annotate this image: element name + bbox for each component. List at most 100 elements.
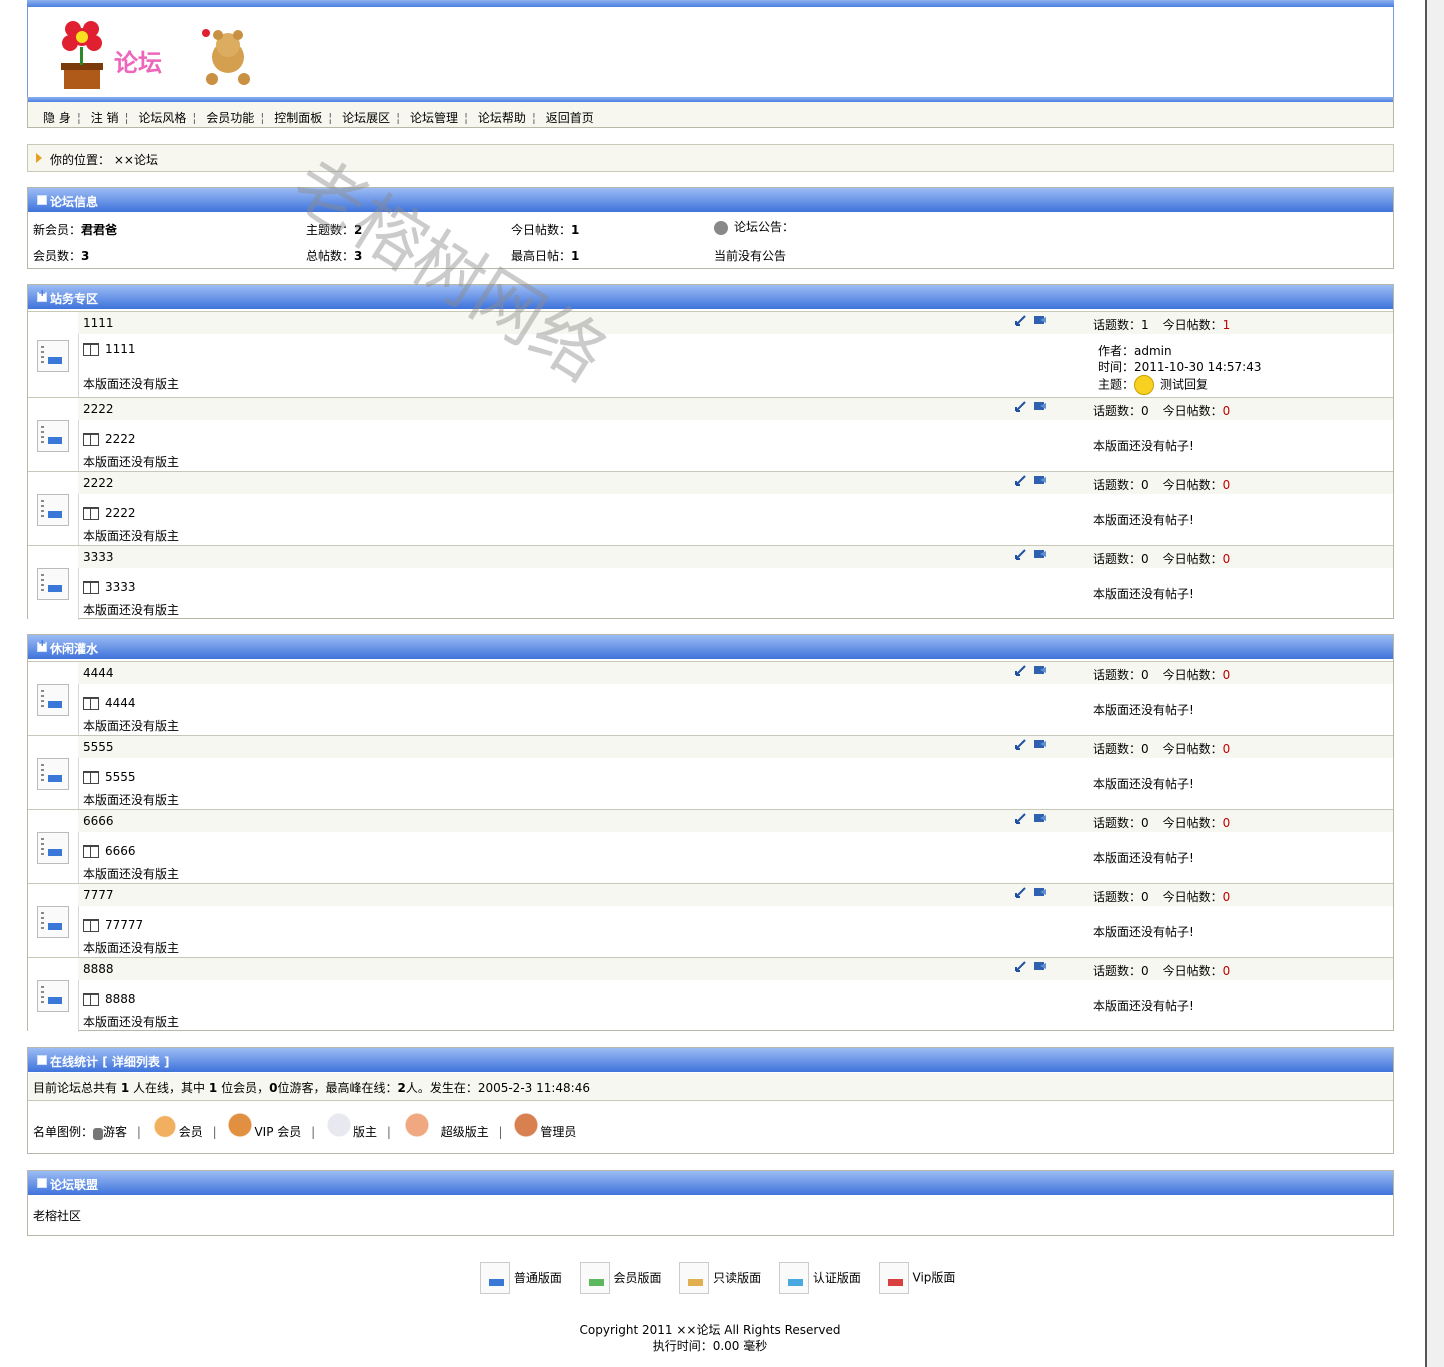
board-description: 8888 bbox=[105, 992, 136, 1006]
post-edit-icon[interactable] bbox=[1015, 475, 1026, 486]
board-topics: 0 bbox=[1141, 668, 1149, 682]
detail-list-link[interactable]: [ 详细列表 ] bbox=[102, 1055, 169, 1069]
board-description: 4444 bbox=[105, 696, 136, 710]
today-label: 今日帖数： bbox=[1162, 668, 1223, 682]
hamster-admin-icon bbox=[512, 1110, 541, 1140]
board-title-bar: 3333 话题数：0 今日帖数：0 bbox=[78, 546, 1393, 568]
post-edit-icon[interactable] bbox=[1015, 401, 1026, 412]
speaker-icon bbox=[714, 220, 728, 235]
board-row: 8888 话题数：0 今日帖数：0 8888 本版面还没有版主 本版面还没有帖子! bbox=[28, 957, 1393, 1032]
board-name-link[interactable]: 1111 bbox=[83, 316, 114, 330]
board-title-bar: 2222 话题数：0 今日帖数：0 bbox=[78, 472, 1393, 494]
new-post-icon[interactable] bbox=[1034, 813, 1046, 824]
section-title: 站务专区 bbox=[50, 292, 99, 306]
online-text: 人。发生在：2005-2-3 11:48:46 bbox=[405, 1081, 590, 1095]
today-label: 今日帖数： bbox=[1162, 742, 1223, 756]
board-icon-cell bbox=[28, 312, 79, 398]
nav-home[interactable]: 返回首页 bbox=[546, 111, 594, 125]
new-member-name[interactable]: 君君爸 bbox=[81, 223, 117, 237]
board-name-link[interactable]: 2222 bbox=[83, 476, 114, 490]
nav-gallery[interactable]: 论坛展区 bbox=[342, 111, 390, 125]
post-edit-icon[interactable] bbox=[1015, 665, 1026, 676]
expand-icon[interactable] bbox=[37, 638, 47, 652]
section-header[interactable]: 站务专区 bbox=[28, 285, 1393, 309]
new-member-label: 新会员： bbox=[33, 223, 82, 237]
section-header[interactable]: 休闲灌水 bbox=[28, 635, 1393, 659]
last-post-subject[interactable]: 测试回复 bbox=[1160, 378, 1208, 392]
nav-member[interactable]: 会员功能 bbox=[206, 111, 254, 125]
board-today: 0 bbox=[1222, 404, 1231, 418]
board-icon bbox=[37, 906, 69, 938]
board-member-icon bbox=[579, 1262, 610, 1294]
guest-icon bbox=[93, 1128, 104, 1140]
board-title-bar: 7777 话题数：0 今日帖数：0 bbox=[78, 884, 1393, 906]
breadcrumb-link[interactable]: ××论坛 bbox=[114, 153, 158, 167]
no-posts-text: 本版面还没有帖子! bbox=[1093, 777, 1194, 791]
post-edit-icon[interactable] bbox=[1015, 961, 1026, 972]
nav-control-panel[interactable]: 控制面板 bbox=[274, 111, 322, 125]
board-icon bbox=[37, 980, 69, 1012]
post-edit-icon[interactable] bbox=[1015, 739, 1026, 750]
board-row: 6666 话题数：0 今日帖数：0 6666 本版面还没有版主 本版面还没有帖子! bbox=[28, 809, 1393, 884]
today-label: 今日帖数： bbox=[1162, 404, 1223, 418]
legend-vip-board: Vip版面 bbox=[912, 1270, 956, 1285]
section-title: 休闲灌水 bbox=[50, 642, 99, 656]
board-name-link[interactable]: 7777 bbox=[83, 888, 114, 902]
board-name-link[interactable]: 6666 bbox=[83, 814, 114, 828]
post-edit-icon[interactable] bbox=[1015, 549, 1026, 560]
online-peak: 2 bbox=[397, 1081, 406, 1095]
legend-normal: 普通版面 bbox=[513, 1270, 562, 1285]
cat-super-moderator-icon bbox=[400, 1110, 441, 1140]
nav-admin[interactable]: 论坛管理 bbox=[410, 111, 458, 125]
board-icon bbox=[37, 494, 69, 526]
board-name-link[interactable]: 8888 bbox=[83, 962, 114, 976]
nav-links: 隐 身 ¦ 注 销 ¦ 论坛风格 ¦ 会员功能 ¦ 控制面板 ¦ 论坛展区 ¦ 论坛管理 ¦ … bbox=[43, 109, 594, 126]
topics-label: 话题数： bbox=[1093, 404, 1142, 418]
last-post-author[interactable]: admin bbox=[1134, 344, 1172, 358]
nav-separator: ¦ bbox=[328, 111, 333, 125]
moderator-text: 本版面还没有版主 bbox=[83, 603, 180, 617]
moderator-text: 本版面还没有版主 bbox=[83, 719, 180, 733]
new-post-icon[interactable] bbox=[1034, 549, 1046, 560]
nav-logout[interactable]: 注 销 bbox=[91, 111, 119, 125]
nav-help[interactable]: 论坛帮助 bbox=[478, 111, 526, 125]
scrollbar[interactable] bbox=[1425, 0, 1444, 1367]
time-label: 时间： bbox=[1098, 360, 1135, 374]
document-icon bbox=[37, 1055, 47, 1065]
board-title-bar: 6666 话题数：0 今日帖数：0 bbox=[78, 810, 1393, 832]
union-link[interactable]: 老榕社区 bbox=[33, 1209, 81, 1223]
post-edit-icon[interactable] bbox=[1015, 315, 1026, 326]
new-post-icon[interactable] bbox=[1034, 961, 1046, 972]
new-post-icon[interactable] bbox=[1034, 665, 1046, 676]
forum-logo[interactable]: 论坛 bbox=[27, 7, 1394, 97]
board-row: 4444 话题数：0 今日帖数：0 4444 本版面还没有版主 本版面还没有帖子! bbox=[28, 661, 1393, 736]
nav-style[interactable]: 论坛风格 bbox=[138, 111, 186, 125]
moderator-text: 本版面还没有版主 bbox=[83, 793, 180, 807]
online-text: 位会员， bbox=[221, 1081, 270, 1095]
maxday-count: 1 bbox=[571, 249, 580, 263]
board-description: 3333 bbox=[105, 580, 136, 594]
legend-member: 会员 bbox=[178, 1125, 203, 1139]
board-icon-cell bbox=[28, 546, 79, 620]
board-name-link[interactable]: 4444 bbox=[83, 666, 114, 680]
post-edit-icon[interactable] bbox=[1015, 813, 1026, 824]
board-name-link[interactable]: 2222 bbox=[83, 402, 114, 416]
online-summary: 目前论坛总共有 1 人在线，其中 1 位会员，0位游客，最高峰在线：2人。发生在… bbox=[33, 1079, 590, 1096]
online-stats-header: 在线统计 [ 详细列表 ] bbox=[28, 1048, 1393, 1072]
new-post-icon[interactable] bbox=[1034, 475, 1046, 486]
new-post-icon[interactable] bbox=[1034, 739, 1046, 750]
no-posts-text: 本版面还没有帖子! bbox=[1093, 587, 1194, 601]
post-edit-icon[interactable] bbox=[1015, 887, 1026, 898]
nav-separator: ¦ bbox=[531, 111, 536, 125]
new-post-icon[interactable] bbox=[1034, 887, 1046, 898]
board-name-link[interactable]: 3333 bbox=[83, 550, 114, 564]
book-icon bbox=[83, 581, 99, 594]
new-post-icon[interactable] bbox=[1034, 401, 1046, 412]
footer: Copyright 2011 ××论坛 All Rights Reserved … bbox=[0, 1322, 1420, 1354]
board-name-link[interactable]: 5555 bbox=[83, 740, 114, 754]
nav-hide[interactable]: 隐 身 bbox=[43, 111, 71, 125]
board-icon bbox=[37, 568, 69, 600]
new-post-icon[interactable] bbox=[1034, 315, 1046, 326]
board-topics: 1 bbox=[1141, 318, 1149, 332]
expand-icon[interactable] bbox=[37, 288, 47, 302]
